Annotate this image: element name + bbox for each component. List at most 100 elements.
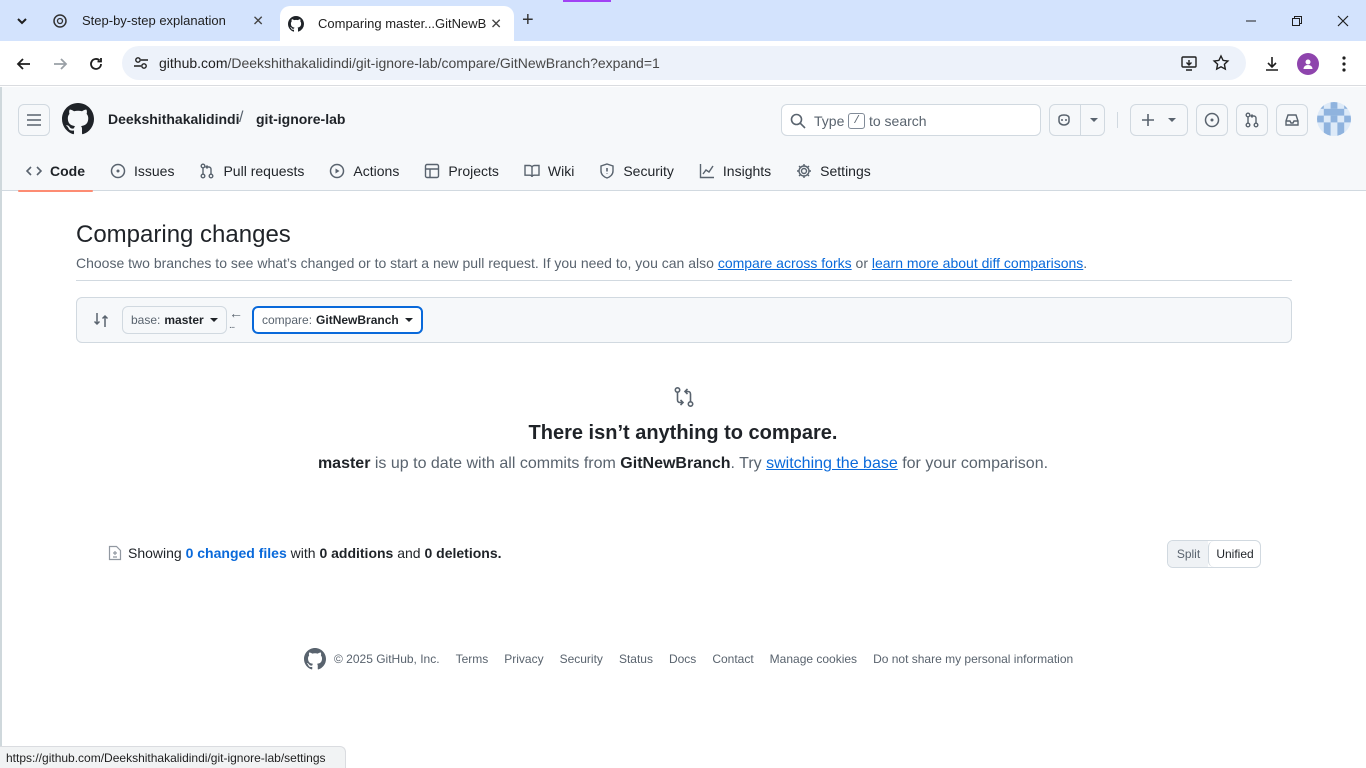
base-branch-select[interactable]: base: master [122,306,227,334]
copilot-icon [1057,114,1070,126]
repo-nav: Code Issues Pull requests Actions Projec… [18,151,888,192]
compare-arrows-icon[interactable] [93,312,109,328]
file-diff-icon [108,545,122,561]
profile-avatar[interactable] [1297,53,1319,75]
tab-group-indicator [563,0,611,2]
arrow-left-icon [16,58,30,70]
install-app-icon[interactable] [1180,54,1198,72]
graph-icon [699,164,714,179]
breadcrumb-separator: / [239,109,244,126]
browser-menu-button[interactable] [1333,53,1355,75]
copyright: © 2025 GitHub, Inc. [334,652,440,666]
chatgpt-icon [53,13,67,28]
chevron-down-icon [1168,118,1176,122]
tab-actions[interactable]: Actions [321,151,407,191]
restore-button[interactable] [1274,0,1320,41]
tab-code[interactable]: Code [18,151,93,192]
global-nav-menu-button[interactable] [18,104,50,136]
tab-wiki[interactable]: Wiki [516,151,582,191]
footer-link-privacy[interactable]: Privacy [504,652,543,666]
pull-request-icon [1245,112,1259,128]
github-logo-icon[interactable] [304,648,326,670]
caret-down-icon [404,318,413,322]
inbox-button[interactable] [1276,104,1308,136]
download-icon [1266,57,1278,71]
tab-pull-requests[interactable]: Pull requests [191,151,312,191]
split-view-button[interactable]: Split [1168,541,1208,567]
tab-title: Comparing master...GitNewBranch [318,16,486,31]
browser-tab-compare[interactable]: Comparing master...GitNewBranch ✕ [280,6,514,41]
diff-summary: Showing 0 changed files with 0 additions… [108,545,502,561]
footer-link-docs[interactable]: Docs [669,652,696,666]
issue-icon [110,163,126,179]
github-logo-icon[interactable] [62,103,94,135]
forward-button[interactable] [46,50,74,78]
site-info-icon[interactable] [132,54,150,72]
switching-the-base-link[interactable]: switching the base [766,455,898,472]
footer-link-contact[interactable]: Contact [712,652,753,666]
unified-view-button[interactable]: Unified [1208,541,1260,567]
browser-tab-explanation[interactable]: Step-by-step explanation ✕ [42,0,276,41]
breadcrumb-repo[interactable]: git-ignore-lab [256,111,345,127]
minimize-icon [1246,20,1256,21]
tab-search-button[interactable] [10,9,34,33]
inbox-icon [1285,114,1299,126]
restore-icon [1292,15,1302,26]
reload-icon [90,58,102,70]
downloads-button[interactable] [1261,53,1283,75]
changed-files-link[interactable]: 0 changed files [186,545,287,561]
person-icon [1303,59,1313,69]
caret-down-icon [209,318,218,322]
tab-security[interactable]: Security [591,151,682,191]
footer-link-manage-cookies[interactable]: Manage cookies [770,652,857,666]
learn-more-diff-link[interactable]: learn more about diff comparisons [872,255,1083,271]
blankslate-title: There isn’t anything to compare. [528,422,838,444]
create-new-button[interactable] [1130,104,1188,136]
address-bar[interactable]: github.com/Deekshithakalidindi/git-ignor… [122,46,1246,80]
arrow-right-icon [54,58,68,70]
search-input[interactable]: Type / to search [781,104,1041,136]
close-window-button[interactable] [1320,0,1366,41]
tab-settings[interactable]: Settings [788,151,879,191]
breadcrumb-owner[interactable]: Deekshithakalidindi [108,111,239,127]
close-icon[interactable]: ✕ [490,15,502,32]
gear-icon [797,164,812,178]
tab-title: Step-by-step explanation [82,13,226,28]
table-icon [425,163,440,179]
compare-icon [674,386,694,407]
github-header: Deekshithakalidindi / git-ignore-lab Typ… [0,87,1366,192]
arrow-left-icon: ←... [229,305,243,331]
footer-link-terms[interactable]: Terms [456,652,489,666]
footer-link-do-not-share[interactable]: Do not share my personal information [873,652,1073,666]
chevron-down-icon[interactable] [1089,115,1099,125]
compare-across-forks-link[interactable]: compare across forks [718,255,852,271]
compare-branch-select[interactable]: compare: GitNewBranch [252,306,423,334]
new-tab-button[interactable]: + [522,10,534,30]
blankslate-description: master is up to date with all commits fr… [317,455,1049,472]
page-title: Comparing changes [76,221,291,248]
footer: © 2025 GitHub, Inc. Terms Privacy Securi… [304,648,1073,670]
header-divider [1117,112,1118,128]
tab-projects[interactable]: Projects [416,151,507,191]
divider [76,280,1292,281]
tab-insights[interactable]: Insights [691,151,779,191]
diff-view-toggle: Split Unified [1167,540,1261,568]
footer-link-security[interactable]: Security [560,652,603,666]
kebab-menu-icon [1342,56,1346,72]
close-icon[interactable]: ✕ [252,12,264,29]
pull-request-icon [200,163,214,179]
identicon-icon [1317,102,1351,136]
tab-issues[interactable]: Issues [102,151,182,191]
back-button[interactable] [10,50,38,78]
copilot-button[interactable] [1049,104,1105,136]
browser-tab-bar: Step-by-step explanation ✕ Comparing mas… [0,0,1366,41]
pull-requests-button[interactable] [1236,104,1268,136]
avatar[interactable] [1317,102,1351,136]
footer-link-status[interactable]: Status [619,652,653,666]
bookmark-star-icon[interactable] [1212,54,1230,72]
reload-button[interactable] [82,50,110,78]
minimize-button[interactable] [1228,0,1274,41]
issues-button[interactable] [1196,104,1228,136]
page-subtitle: Choose two branches to see what’s change… [76,255,1088,271]
issue-icon [1204,112,1220,128]
